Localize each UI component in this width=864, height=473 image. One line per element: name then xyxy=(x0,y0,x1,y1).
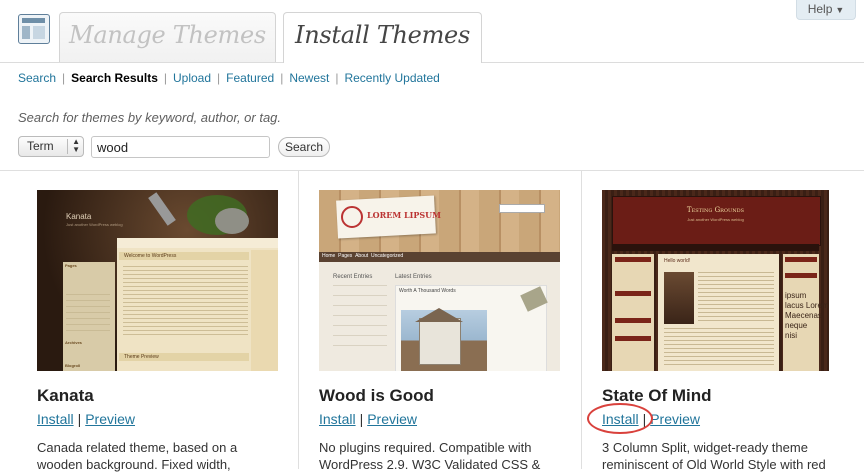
subnav-upload[interactable]: Upload xyxy=(173,71,211,85)
thumb-site-title: Kanata xyxy=(66,212,92,221)
search-hint: Search for themes by keyword, author, or… xyxy=(18,110,282,125)
thumb-post2-title: Theme Preview xyxy=(124,354,159,360)
subnav-featured[interactable]: Featured xyxy=(226,71,274,85)
thumb-nav: Home Pages About Uncategorized xyxy=(322,253,404,259)
theme-screenshot[interactable]: LOREM LIPSUM Home Pages About Uncategori… xyxy=(319,190,560,371)
thumb-sidebar-blogroll: Blogroll xyxy=(65,363,81,368)
theme-screenshot[interactable]: Kanata Just another WordPress weblog Pag… xyxy=(37,190,278,371)
select-arrows-icon: ▲ ▼ xyxy=(72,137,80,154)
help-label: Help xyxy=(807,2,833,16)
thumb-post-title: Hello world! xyxy=(664,258,691,264)
theme-card-wood-is-good: LOREM LIPSUM Home Pages About Uncategori… xyxy=(282,171,564,472)
thumb-tagline: Just another WordPress weblog xyxy=(687,217,744,222)
help-button[interactable]: Help ▼ xyxy=(796,0,856,20)
chevron-down-icon: ▼ xyxy=(835,5,845,15)
theme-card-kanata: Kanata Just another WordPress weblog Pag… xyxy=(0,171,282,472)
preview-link[interactable]: Preview xyxy=(650,411,700,427)
tab-manage-themes[interactable]: Manage Themes xyxy=(59,12,276,62)
subnav-search-results[interactable]: Search Results xyxy=(71,71,158,85)
thumb-logo: LOREM LIPSUM xyxy=(367,210,441,220)
subnav-recently-updated[interactable]: Recently Updated xyxy=(344,71,439,85)
subnav-newest[interactable]: Newest xyxy=(289,71,329,85)
subnav: Search | Search Results | Upload | Featured | Ne… xyxy=(18,71,440,85)
theme-title: Wood is Good xyxy=(319,386,434,405)
theme-screenshot[interactable]: Testing Grounds Just another WordPress w… xyxy=(602,190,829,371)
theme-title: State Of Mind xyxy=(602,386,712,405)
theme-title: Kanata xyxy=(37,386,94,405)
thumb-post-title: Welcome to WordPress xyxy=(124,253,177,259)
theme-description: 3 Column Split, widget-ready theme remin… xyxy=(602,440,826,472)
theme-actions: Install | Preview xyxy=(319,411,418,427)
search-input[interactable] xyxy=(91,136,270,158)
theme-card-state-of-mind: Testing Grounds Just another WordPress w… xyxy=(565,171,847,472)
preview-link[interactable]: Preview xyxy=(367,411,417,427)
install-link[interactable]: Install xyxy=(37,411,74,427)
themes-screen-icon xyxy=(18,14,50,44)
thumb-sidebar-archives: Archives xyxy=(65,340,82,345)
thumb-post-title: Worth A Thousand Words xyxy=(399,288,456,294)
preview-link[interactable]: Preview xyxy=(85,411,135,427)
theme-description: No plugins required. Compatible with Wor… xyxy=(319,440,541,472)
thumb-latest-entries: Latest Entries xyxy=(395,274,432,280)
theme-description: Canada related theme, based on a wooden … xyxy=(37,440,238,472)
install-link[interactable]: Install xyxy=(602,411,639,427)
tab-install-themes[interactable]: Install Themes xyxy=(283,12,482,63)
thumb-sidebar-pages: Pages xyxy=(65,263,77,268)
theme-actions: Install | Preview xyxy=(602,411,701,427)
subnav-search[interactable]: Search xyxy=(18,71,56,85)
search-type-value: Term xyxy=(27,139,54,153)
install-link[interactable]: Install xyxy=(319,411,356,427)
thumb-tagline: Just another WordPress weblog xyxy=(66,222,123,227)
search-button[interactable]: Search xyxy=(278,137,330,157)
theme-actions: Install | Preview xyxy=(37,411,136,427)
thumb-site-title: Testing Grounds xyxy=(686,206,745,214)
thumb-right-text: ipsum lacus Lorem Maecenas neque nisi xyxy=(785,291,829,340)
thumb-recent-entries: Recent Entries xyxy=(333,274,373,280)
search-type-select[interactable]: Term ▲ ▼ xyxy=(18,136,84,157)
